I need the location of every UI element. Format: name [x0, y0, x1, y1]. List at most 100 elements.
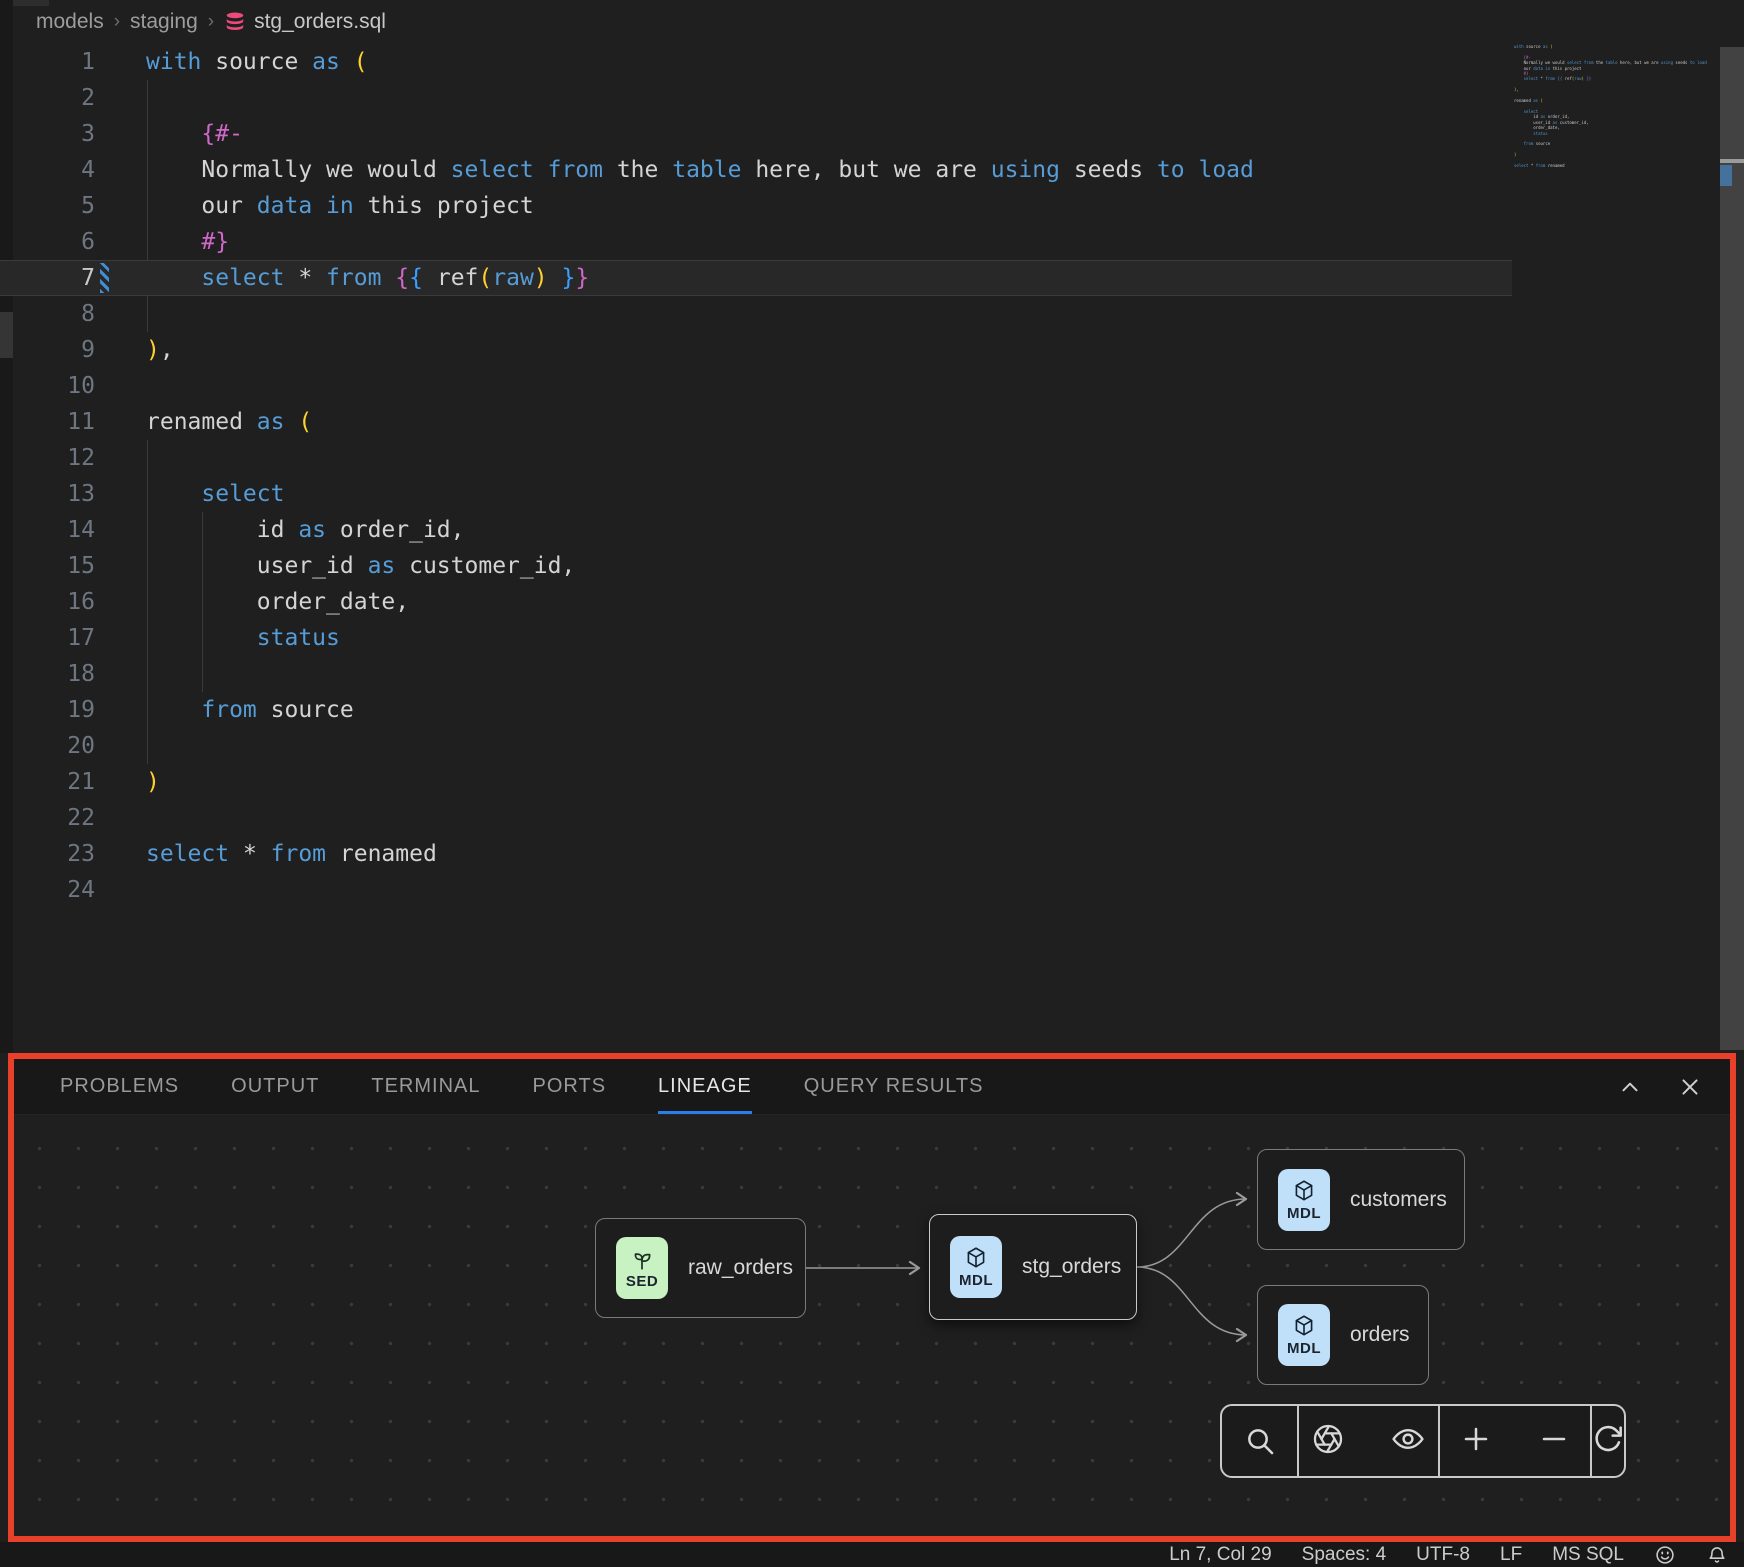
database-icon [224, 11, 246, 33]
code-text: select * from renamed [95, 836, 437, 872]
lineage-node-customers[interactable]: MDL customers [1257, 1149, 1465, 1250]
editor-pane[interactable]: models › staging › stg_orders.sql 1with … [0, 0, 1744, 1053]
feedback-smiley-icon [1654, 1544, 1676, 1566]
chevron-right-icon: › [114, 11, 120, 33]
code-line[interactable]: 18 [0, 656, 1512, 692]
refresh-button[interactable] [1592, 1423, 1624, 1460]
line-number: 22 [0, 800, 95, 836]
tab-query-results[interactable]: QUERY RESULTS [804, 1059, 984, 1114]
code-line[interactable]: 15 user_id as customer_id, [0, 548, 1512, 584]
status-indentation[interactable]: Spaces: 4 [1302, 1544, 1387, 1566]
node-badge-label: MDL [1287, 1205, 1321, 1222]
tab-output[interactable]: OUTPUT [231, 1059, 319, 1114]
code-line[interactable]: 1with source as ( [0, 44, 1512, 80]
code-line[interactable]: 3 {#- [0, 116, 1512, 152]
line-number: 10 [0, 368, 95, 404]
code-line[interactable]: 4 Normally we would select from the tabl… [0, 152, 1512, 188]
node-badge-label: MDL [1287, 1340, 1321, 1357]
edge-stg-to-orders [1137, 1267, 1246, 1335]
minimap-line [1514, 168, 1710, 173]
zoom-in-icon [1460, 1423, 1492, 1455]
ruler-position-marker [1720, 159, 1744, 163]
code-line[interactable]: 12 [0, 440, 1512, 476]
code-text: #} [95, 224, 229, 260]
line-number: 21 [0, 764, 95, 800]
scrollbar-thumb[interactable] [1720, 47, 1744, 1050]
chevron-right-icon: › [208, 11, 214, 33]
breadcrumb: models › staging › stg_orders.sql [13, 0, 386, 44]
code-line[interactable]: 19 from source [0, 692, 1512, 728]
line-number: 7 [0, 260, 95, 296]
overview-ruler[interactable] [1720, 0, 1744, 1053]
status-eol-sequence[interactable]: LF [1500, 1544, 1522, 1566]
lineage-node-raw_orders[interactable]: SEDraw_orders [595, 1218, 806, 1318]
breadcrumb-file[interactable]: stg_orders.sql [224, 10, 386, 34]
code-text: select * from {{ ref(raw) }} [95, 260, 589, 296]
node-badge: MDL [1278, 1169, 1330, 1231]
lineage-node-orders[interactable]: MDL orders [1257, 1285, 1429, 1385]
notifications-button[interactable] [1706, 1544, 1728, 1566]
code-line[interactable]: 22 [0, 800, 1512, 836]
code-line[interactable]: 14 id as order_id, [0, 512, 1512, 548]
close-icon [1678, 1075, 1702, 1099]
panel-actions [1618, 1059, 1702, 1114]
code-text [95, 728, 146, 764]
lineage-toolbar [1220, 1404, 1626, 1478]
code-text: select [95, 476, 284, 512]
code-line[interactable]: 16 order_date, [0, 584, 1512, 620]
code-area[interactable]: 1with source as (23 {#-4 Normally we wou… [0, 44, 1512, 908]
line-number: 4 [0, 152, 95, 188]
line-number: 6 [0, 224, 95, 260]
search-button[interactable] [1222, 1406, 1297, 1476]
code-text: ) [95, 764, 160, 800]
tab-lineage[interactable]: LINEAGE [658, 1059, 752, 1114]
code-line[interactable]: 13 select [0, 476, 1512, 512]
chevron-up-icon [1618, 1075, 1642, 1099]
code-line[interactable]: 11renamed as ( [0, 404, 1512, 440]
code-line[interactable]: 6 #} [0, 224, 1512, 260]
tab-ports[interactable]: PORTS [533, 1059, 607, 1114]
code-text [95, 872, 146, 908]
code-line[interactable]: 2 [0, 80, 1512, 116]
line-number: 14 [0, 512, 95, 548]
maximize-panel-button[interactable] [1618, 1075, 1642, 1099]
status-bar: Ln 7, Col 29 Spaces: 4 UTF-8 LF MS SQL [0, 1542, 1744, 1567]
close-panel-button[interactable] [1678, 1075, 1702, 1099]
breadcrumb-item-staging[interactable]: staging [130, 10, 198, 34]
code-line[interactable]: 20 [0, 728, 1512, 764]
status-cursor-position[interactable]: Ln 7, Col 29 [1169, 1544, 1271, 1566]
code-line[interactable]: 23select * from renamed [0, 836, 1512, 872]
code-line[interactable]: 5 our data in this project [0, 188, 1512, 224]
breadcrumb-item-models[interactable]: models [36, 10, 104, 34]
feedback-button[interactable] [1654, 1544, 1676, 1566]
line-number: 8 [0, 296, 95, 332]
code-text [95, 368, 146, 404]
code-line[interactable]: 21) [0, 764, 1512, 800]
code-line[interactable]: 24 [0, 872, 1512, 908]
minimap[interactable]: with source as ( {#- Normally we would s… [1514, 44, 1710, 184]
bottom-panel-highlighted: PROBLEMS OUTPUT TERMINAL PORTS LINEAGE QUERY … [8, 1053, 1736, 1542]
zoom-in-button[interactable] [1460, 1423, 1492, 1460]
node-label: customers [1350, 1188, 1447, 1212]
code-line[interactable]: 9), [0, 332, 1512, 368]
lineage-node-stg_orders[interactable]: MDLstg_orders [929, 1214, 1137, 1320]
tab-problems[interactable]: PROBLEMS [60, 1059, 179, 1114]
tab-terminal[interactable]: TERMINAL [371, 1059, 480, 1114]
code-text: order_date, [95, 584, 409, 620]
node-badge-label: SED [626, 1273, 658, 1290]
refresh-icon [1592, 1423, 1624, 1455]
code-line[interactable]: 10 [0, 368, 1512, 404]
code-text [95, 656, 146, 692]
node-label: orders [1350, 1323, 1410, 1347]
code-line[interactable]: 8 [0, 296, 1512, 332]
lineage-canvas[interactable]: SEDraw_orders MDLstg_orders MDL customers… [14, 1115, 1730, 1536]
code-line[interactable]: 17 status [0, 620, 1512, 656]
snapshot-button[interactable] [1311, 1422, 1345, 1461]
zoom-out-button[interactable] [1538, 1423, 1570, 1460]
status-encoding[interactable]: UTF-8 [1416, 1544, 1470, 1566]
status-language-mode[interactable]: MS SQL [1552, 1544, 1624, 1566]
code-text: id as order_id, [95, 512, 465, 548]
code-text: ), [95, 332, 174, 368]
code-line[interactable]: 7 select * from {{ ref(raw) }} [0, 260, 1512, 296]
visibility-button[interactable] [1391, 1422, 1425, 1461]
